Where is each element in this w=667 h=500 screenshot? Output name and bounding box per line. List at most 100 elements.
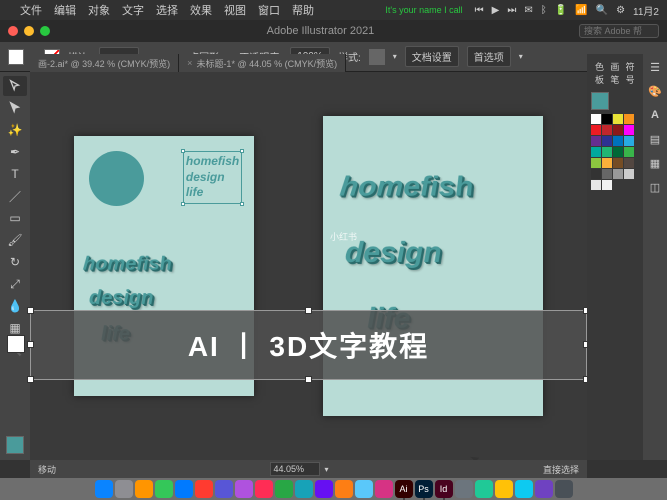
selection-handle[interactable] <box>27 341 34 348</box>
swatch-item[interactable] <box>613 147 623 157</box>
scale-tool[interactable]: ⤢ <box>3 274 27 294</box>
dock-app[interactable] <box>195 480 213 498</box>
next-track-icon[interactable]: ⏭ <box>507 5 516 16</box>
swatch-item[interactable] <box>624 125 634 135</box>
swatch-item[interactable] <box>613 169 623 179</box>
swatch-item[interactable] <box>602 147 612 157</box>
zoom-input[interactable] <box>270 462 320 476</box>
swatch-item[interactable] <box>591 158 601 168</box>
fill-indicator[interactable] <box>591 92 609 110</box>
menu-type[interactable]: 文字 <box>122 2 144 18</box>
swatch-item[interactable] <box>613 136 623 146</box>
panel-tab-brushes[interactable]: 画笔 <box>610 60 619 86</box>
swatch-item[interactable] <box>591 169 601 179</box>
layers-panel-icon[interactable]: ▤ <box>646 130 664 148</box>
rectangle-tool[interactable]: ▭ <box>3 208 27 228</box>
menubar-date[interactable]: 11月2 <box>633 3 659 18</box>
menu-object[interactable]: 对象 <box>88 2 110 18</box>
magic-wand-tool[interactable]: ✨ <box>3 120 27 140</box>
dock-app[interactable] <box>255 480 273 498</box>
menu-window[interactable]: 窗口 <box>258 2 280 18</box>
dock-app[interactable] <box>515 480 533 498</box>
dock-app[interactable] <box>135 480 153 498</box>
control-center-icon[interactable]: ⚙ <box>616 5 625 16</box>
dock-app[interactable] <box>555 480 573 498</box>
document-tab[interactable]: ×未标题-1* @ 44.05 % (CMYK/预览) <box>179 54 346 72</box>
help-search-input[interactable] <box>579 24 659 38</box>
swatch-item[interactable] <box>602 136 612 146</box>
swatch-item[interactable] <box>624 169 634 179</box>
align-panel-icon[interactable]: ▦ <box>646 154 664 172</box>
menu-effect[interactable]: 效果 <box>190 2 212 18</box>
dock-app[interactable] <box>115 480 133 498</box>
caption-overlay[interactable]: AI 丨 3D文字教程 <box>30 310 587 380</box>
dock-app[interactable] <box>335 480 353 498</box>
selection-handle[interactable] <box>305 376 312 383</box>
fill-color-swatch[interactable] <box>6 436 24 454</box>
type-panel-icon[interactable]: A <box>646 106 664 124</box>
dock-app[interactable] <box>315 480 333 498</box>
dock-app[interactable]: Ai <box>395 480 413 498</box>
maximize-window-button[interactable] <box>40 26 50 36</box>
dock-app[interactable] <box>295 480 313 498</box>
dock-app[interactable] <box>375 480 393 498</box>
rotate-tool[interactable]: ↻ <box>3 252 27 272</box>
dock-app[interactable] <box>455 480 473 498</box>
dock-app[interactable] <box>275 480 293 498</box>
dock-app[interactable] <box>155 480 173 498</box>
swatch-item[interactable] <box>602 180 612 190</box>
dock-app[interactable] <box>495 480 513 498</box>
selection-handle[interactable] <box>305 307 312 314</box>
selected-text-frame[interactable]: homefish design life <box>183 151 242 204</box>
3d-text-object[interactable]: design <box>344 237 442 270</box>
dock-app[interactable]: Ps <box>415 480 433 498</box>
panel-tab-swatches[interactable]: 色板 <box>595 60 604 86</box>
menu-help[interactable]: 帮助 <box>292 2 314 18</box>
dock-app[interactable] <box>475 480 493 498</box>
swatch-item[interactable] <box>613 158 623 168</box>
direct-selection-tool[interactable] <box>3 98 27 118</box>
selection-handle[interactable] <box>27 376 34 383</box>
search-icon[interactable]: 🔍 <box>596 5 608 16</box>
close-window-button[interactable] <box>8 26 18 36</box>
swatch-item[interactable] <box>602 158 612 168</box>
swatch-item[interactable] <box>591 180 601 190</box>
dock-app[interactable] <box>95 480 113 498</box>
swatch-item[interactable] <box>624 147 634 157</box>
swatch-item[interactable] <box>613 114 623 124</box>
minimize-window-button[interactable] <box>24 26 34 36</box>
document-tab[interactable]: 画-2.ai* @ 39.42 % (CMYK/预览) <box>30 54 179 72</box>
close-tab-icon[interactable]: × <box>187 58 192 68</box>
dock-app[interactable] <box>355 480 373 498</box>
swatch-item[interactable] <box>613 125 623 135</box>
selection-handle[interactable] <box>181 149 185 153</box>
wechat-icon[interactable]: ✉ <box>524 5 532 16</box>
dock-app[interactable]: Id <box>435 480 453 498</box>
properties-panel-icon[interactable]: ☰ <box>646 58 664 76</box>
menu-select[interactable]: 选择 <box>156 2 178 18</box>
play-icon[interactable]: ▶ <box>492 5 500 16</box>
3d-text-object[interactable]: design <box>88 287 153 310</box>
brush-tool[interactable]: 🖌 <box>3 230 27 250</box>
type-tool[interactable]: T <box>3 164 27 184</box>
swatch-item[interactable] <box>624 158 634 168</box>
3d-text-object[interactable]: homefish <box>338 171 475 203</box>
eyedropper-tool[interactable]: 💧 <box>3 296 27 316</box>
swatch-item[interactable] <box>602 169 612 179</box>
pen-tool[interactable]: ✒ <box>3 142 27 162</box>
selection-tool[interactable] <box>3 76 27 96</box>
pathfinder-panel-icon[interactable]: ◫ <box>646 178 664 196</box>
dock-app[interactable] <box>535 480 553 498</box>
selection-handle[interactable] <box>27 307 34 314</box>
canvas-area[interactable]: homefish design life homefish design lif… <box>30 72 587 460</box>
swatch-item[interactable] <box>624 136 634 146</box>
color-panel-icon[interactable]: 🎨 <box>646 82 664 100</box>
swatch-item[interactable] <box>591 125 601 135</box>
prev-track-icon[interactable]: ⏮ <box>475 5 484 16</box>
selection-handle[interactable] <box>7 335 25 353</box>
fill-swatch[interactable] <box>8 49 24 65</box>
swatch-item[interactable] <box>624 114 634 124</box>
ellipse-shape[interactable] <box>89 151 144 206</box>
panel-tab-symbols[interactable]: 符号 <box>626 60 635 86</box>
menu-edit[interactable]: 编辑 <box>54 2 76 18</box>
